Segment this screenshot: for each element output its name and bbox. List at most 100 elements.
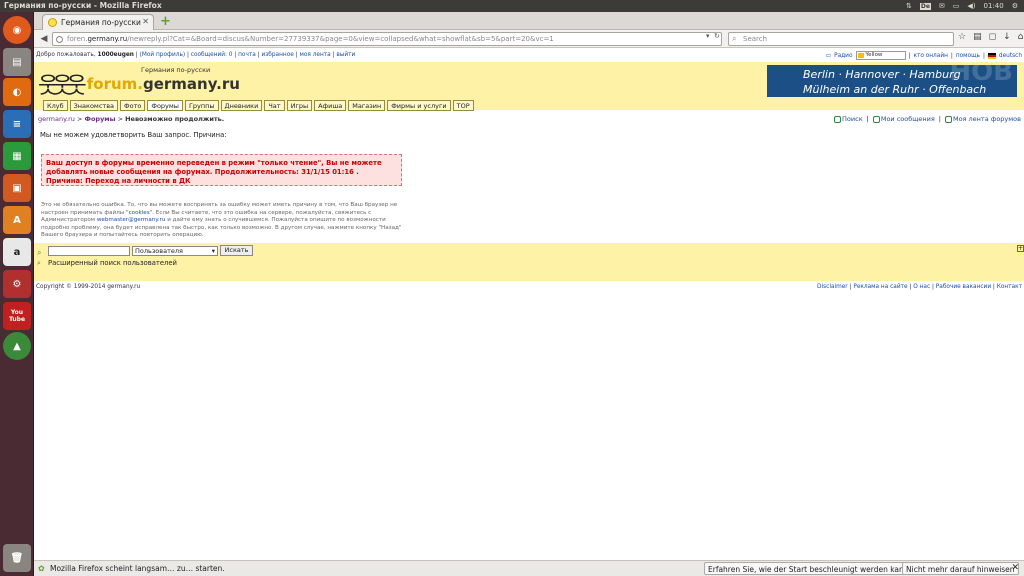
ads-link[interactable]: Реклама на сайте [853,284,907,290]
mail-icon[interactable]: ✉ [939,2,945,10]
site-footer: Copyright © 1999-2014 germany.ru Disclai… [36,284,1022,290]
profile-link[interactable]: (Мой профиль) [140,52,186,58]
impress-icon[interactable]: ▣ [3,174,31,202]
tab-title: Германия по-русски [61,18,141,27]
radio-icon: ▭ [825,52,832,59]
files-icon[interactable]: ▤ [3,48,31,76]
radio-link[interactable]: Радио [834,53,852,59]
menu-item-diaries[interactable]: Дневники [220,100,263,111]
url-path: /newreply.pl?Cat=&Board=discus&Number=27… [127,35,554,43]
breadcrumb-separator: > [74,115,85,123]
menu-item-forums[interactable]: Форумы [147,100,183,111]
keyboard-layout-indicator[interactable]: De [919,2,931,10]
contact-link[interactable]: Контакт [997,284,1022,290]
tab-active[interactable]: Германия по-русски ✕ [42,14,154,30]
search-type-select[interactable]: Пользователя [132,246,218,256]
menu-item-chat[interactable]: Чат [264,100,285,111]
copyright: Copyright © 1999-2014 germany.ru [36,284,141,290]
breadcrumb-forums[interactable]: Форумы [85,115,116,123]
welcome-text: Добро пожаловать, [36,52,96,58]
dismiss-button[interactable]: Nicht mehr darauf hinweisen [902,562,1019,575]
my-messages-link[interactable]: Мои сообщения [881,115,935,123]
feed-icon [944,115,952,123]
menu-item-shop[interactable]: Магазин [348,100,386,111]
close-tab-icon[interactable]: ✕ [142,17,149,26]
learn-more-button[interactable]: Erfahren Sie, wie der Start beschleunigt… [704,562,913,575]
download-icon[interactable]: ↓ [1003,32,1011,42]
trash-icon[interactable]: 🗑 [3,544,31,572]
bookmarks-list-icon[interactable]: ▤ [973,32,982,42]
logout-link[interactable]: выйти [336,52,355,58]
menu-item-dating[interactable]: Знакомства [69,100,119,111]
history-dropdown-icon[interactable]: ▾ [706,32,710,40]
who-online-link[interactable]: кто онлайн [913,53,947,59]
user-search-input[interactable] [48,246,130,256]
advanced-search-link[interactable]: ⌕ Расширенный поиск пользователей [37,259,177,267]
intro-text: Мы не можем удовлетворить Ваш запрос. Пр… [40,131,227,139]
user-search-panel: ⌕ Пользователя Искать ⌕ Расширенный поис… [34,243,1024,281]
error-message: Ваш доступ в форумы временно переведен в… [41,154,402,186]
my-feed-link[interactable]: моя лента [299,52,330,58]
menu-item-games[interactable]: Игры [286,100,313,111]
logo-prefix: forum. [86,75,143,93]
update-icon[interactable]: ▲ [3,332,31,360]
writer-icon[interactable]: ≡ [3,110,31,138]
home-icon[interactable]: ⌂ [1018,32,1024,42]
search-button[interactable]: Искать [220,245,253,256]
menu-item-companies[interactable]: Фирмы и услуги [387,100,451,111]
about-link[interactable]: О нас [913,284,930,290]
search-input[interactable]: ⌕ Search [728,32,954,46]
close-icon[interactable]: ✕ [1011,563,1019,573]
help-link[interactable]: помощь [956,53,980,59]
language-link[interactable]: deutsch [999,53,1022,59]
expand-icon[interactable]: + [1017,245,1024,252]
menu-item-top[interactable]: TOP [452,100,474,111]
favicon-icon [48,18,57,27]
back-icon[interactable]: ◀ [36,32,52,46]
youtube-icon[interactable]: You Tube [3,302,31,330]
favorites-link[interactable]: избранное [261,52,293,58]
network-icon[interactable]: ⇅ [906,2,912,10]
breadcrumb-home[interactable]: germany.ru [38,115,75,123]
cookies-link[interactable]: cookies [129,210,150,216]
site-logo[interactable]: 웃웃웃 forum.germany.ru Германия по-русски [38,66,240,100]
jobs-link[interactable]: Рабочие вакансии [936,284,991,290]
error-note: Это не обязательно ошибка. То, что вы мо… [41,202,403,240]
clock[interactable]: 01:40 [984,2,1004,10]
calc-icon[interactable]: ▦ [3,142,31,170]
webmaster-email-link[interactable]: webmaster@germany.ru [97,217,166,223]
main-menu: Клуб Знакомства Фото Форумы Группы Дневн… [43,100,474,111]
menu-item-photo[interactable]: Фото [120,100,146,111]
battery-icon[interactable]: ▭ [953,2,960,10]
new-tab-icon[interactable]: + [160,14,171,29]
german-flag-icon [987,52,996,59]
volume-icon[interactable]: ◀) [967,2,975,10]
url-host: germany.ru [87,35,128,43]
forum-top-links: Поиск | Мои сообщения | Моя лента форумо… [834,115,1021,123]
ad-banner[interactable]: HOB Berlin · Hannover · Hamburg Mülheim … [767,65,1017,97]
color-scheme-select[interactable]: Yellow [855,51,906,60]
search-link[interactable]: Поиск [842,115,863,123]
firefox-icon[interactable]: ◐ [3,78,31,106]
logo-name: germany.ru [142,75,240,93]
power-icon[interactable]: ⚙ [1012,2,1018,10]
menu-item-club[interactable]: Клуб [43,100,68,111]
messages-link[interactable]: сообщений: 0 [191,52,233,58]
menu-item-groups[interactable]: Группы [184,100,219,111]
reload-icon[interactable]: ↻ [714,32,720,40]
pocket-icon[interactable]: ◻ [989,32,996,42]
username-link[interactable]: 1000eugen [98,52,134,58]
site-identity-icon[interactable] [56,36,63,43]
dash-icon[interactable]: ◉ [3,16,31,44]
messages-icon [872,115,880,123]
notification-bar: ✿ Mozilla Firefox scheint langsam… zu… s… [34,560,1024,576]
menu-item-events[interactable]: Афиша [314,100,347,111]
bookmark-star-icon[interactable]: ☆ [958,32,966,42]
url-bar[interactable]: foren.germany.ru/newreply.pl?Cat=&Board=… [52,32,722,46]
amazon-icon[interactable]: a [3,238,31,266]
settings-icon[interactable]: ⚙ [3,270,31,298]
mail-link[interactable]: почта [238,52,256,58]
software-center-icon[interactable]: A [3,206,31,234]
disclaimer-link[interactable]: Disclaimer [817,284,848,290]
my-feed-forums-link[interactable]: Моя лента форумов [953,115,1021,123]
